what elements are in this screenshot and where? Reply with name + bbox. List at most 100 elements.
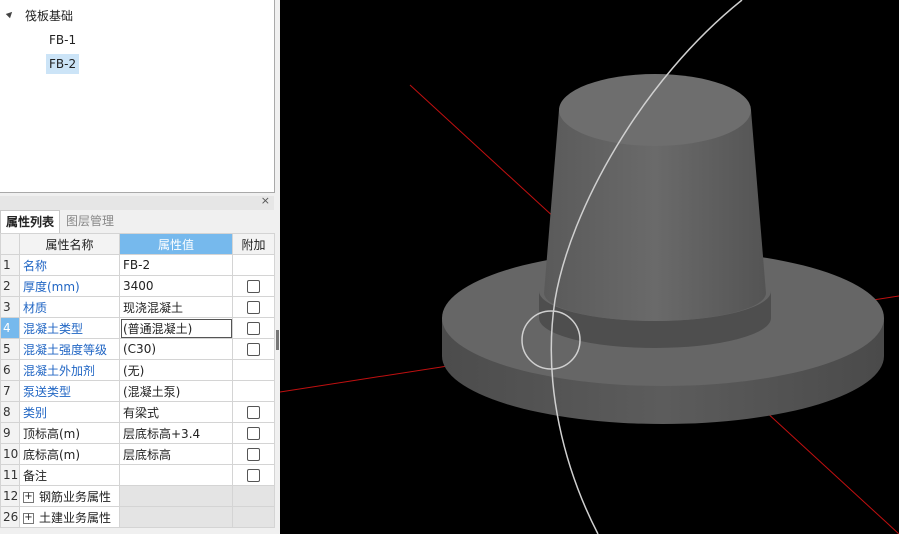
extra-checkbox[interactable] [247,343,260,356]
panel-splitter[interactable]: × [0,194,274,210]
extra-cell [232,443,275,465]
property-value[interactable]: 层底标高+3.4 [119,422,233,444]
row-number: 2 [0,275,20,297]
extra-checkbox[interactable] [247,301,260,314]
row-number: 9 [0,422,20,444]
extra-cell [232,485,275,507]
property-name-label: 备注 [23,468,48,483]
row-number: 26 [0,506,20,528]
table-row[interactable]: 3 材质 现浇混凝土 [0,296,275,318]
property-name: 混凝土外加剂 [19,359,120,381]
foundation-model[interactable] [442,74,884,424]
extra-checkbox[interactable] [247,469,260,482]
property-name-label: 混凝土强度等级 [23,342,108,357]
property-value[interactable] [119,464,233,486]
3d-scene[interactable] [280,0,899,534]
table-row[interactable]: 7 泵送类型 (混凝土泵) [0,380,275,402]
property-name: 混凝土类型 [19,317,120,339]
table-row[interactable]: 4 混凝土类型 (普通混凝土) [0,317,275,339]
collapse-triangle-icon[interactable] [5,9,15,19]
extra-checkbox[interactable] [247,406,260,419]
property-name-label: 混凝土外加剂 [23,363,96,378]
property-name-label: 泵送类型 [23,384,72,399]
property-name-label: 材质 [23,300,48,315]
property-value [119,506,233,528]
extra-checkbox[interactable] [247,427,260,440]
header-property-value[interactable]: 属性值 [119,233,233,255]
row-number: 4 [0,317,20,339]
property-name-label: 土建业务属性 [39,510,112,525]
extra-checkbox[interactable] [247,448,260,461]
row-number: 6 [0,359,20,381]
table-row[interactable]: 5 混凝土强度等级 (C30) [0,338,275,360]
property-name: 顶标高(m) [19,422,120,444]
extra-cell [232,254,275,276]
property-value[interactable]: 层底标高 [119,443,233,465]
extra-cell [232,359,275,381]
table-row[interactable]: 11 备注 [0,464,275,486]
table-row[interactable]: 6 混凝土外加剂 (无) [0,359,275,381]
row-number: 10 [0,443,20,465]
close-icon[interactable]: × [261,194,270,207]
left-panel: 筏板基础 FB-1 FB-2 × 属性列表 图层管理 属性名称 属性值 附加 1… [0,0,280,534]
property-value[interactable]: 有梁式 [119,401,233,423]
property-name-label: 名称 [23,258,48,273]
property-value[interactable]: 现浇混凝土 [119,296,233,318]
property-value[interactable]: FB-2 [119,254,233,276]
property-name: + 钢筋业务属性 [19,485,120,507]
tab-layer-management[interactable]: 图层管理 [61,210,119,232]
table-row[interactable]: 26 + 土建业务属性 [0,506,275,528]
extra-cell [232,275,275,297]
table-header-row: 属性名称 属性值 附加 [0,233,275,255]
table-row[interactable]: 9 顶标高(m) 层底标高+3.4 [0,422,275,444]
header-property-name[interactable]: 属性名称 [19,233,120,255]
table-row[interactable]: 12 + 钢筋业务属性 [0,485,275,507]
property-name-label: 类别 [23,405,48,420]
property-name: + 土建业务属性 [19,506,120,528]
property-value[interactable]: (无) [119,359,233,381]
extra-cell [232,506,275,528]
extra-cell [232,422,275,444]
property-value[interactable]: (混凝土泵) [119,380,233,402]
tree-item-fb1[interactable]: FB-1 [46,30,79,50]
row-number: 3 [0,296,20,318]
tree-root-node[interactable]: 筏板基础 [22,6,76,26]
table-row[interactable]: 8 类别 有梁式 [0,401,275,423]
extra-checkbox[interactable] [247,322,260,335]
property-name: 厚度(mm) [19,275,120,297]
property-name: 底标高(m) [19,443,120,465]
property-value[interactable]: 3400 [119,275,233,297]
splitter-handle[interactable] [276,330,279,350]
property-table: 属性名称 属性值 附加 1 名称 FB-2 2 厚度(mm) 3400 3 材质 现浇混凝土 4 混… [0,233,275,528]
expand-plus-icon[interactable]: + [23,491,34,503]
header-extra[interactable]: 附加 [232,233,275,255]
row-number: 1 [0,254,20,276]
property-name: 混凝土强度等级 [19,338,120,360]
extra-cell [232,380,275,402]
property-tabs: 属性列表 图层管理 [0,210,274,234]
expand-plus-icon[interactable]: + [23,512,34,524]
tree-item-fb2[interactable]: FB-2 [46,54,80,74]
extra-cell [232,338,275,360]
row-number: 5 [0,338,20,360]
table-row[interactable]: 2 厚度(mm) 3400 [0,275,275,297]
component-tree: 筏板基础 FB-1 FB-2 [0,0,275,193]
header-corner [0,233,20,255]
tab-property-list[interactable]: 属性列表 [0,210,61,233]
extra-cell [232,296,275,318]
table-row[interactable]: 10 底标高(m) 层底标高 [0,443,275,465]
property-name-label: 钢筋业务属性 [39,489,112,504]
extra-checkbox[interactable] [247,280,260,293]
property-name: 名称 [19,254,120,276]
property-name: 泵送类型 [19,380,120,402]
table-row[interactable]: 1 名称 FB-2 [0,254,275,276]
row-number: 8 [0,401,20,423]
property-name-label: 厚度(mm) [23,279,80,294]
row-number: 11 [0,464,20,486]
property-value[interactable]: (普通混凝土) [119,317,233,339]
property-rows: 1 名称 FB-2 2 厚度(mm) 3400 3 材质 现浇混凝土 4 混凝土类型 (普通混凝土) 5… [0,254,275,528]
3d-viewport[interactable] [280,0,899,534]
property-value[interactable]: (C30) [119,338,233,360]
extra-cell [232,401,275,423]
property-name: 材质 [19,296,120,318]
